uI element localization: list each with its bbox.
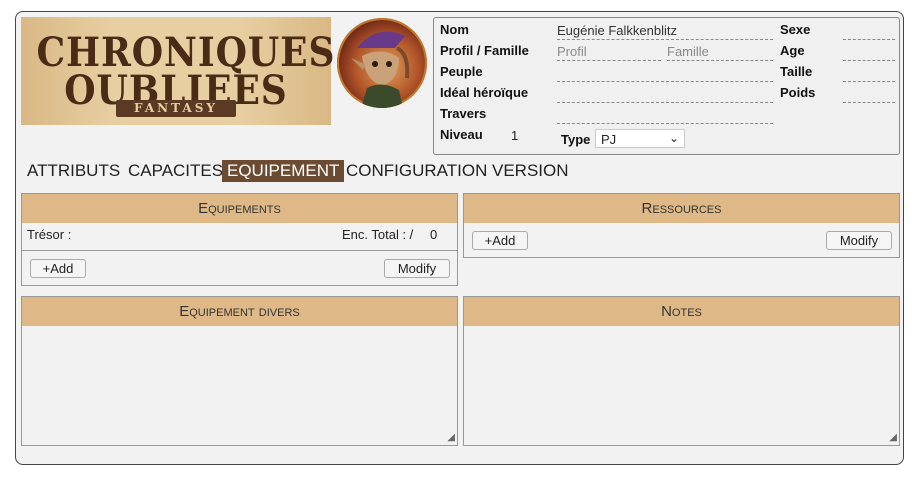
type-label: Type xyxy=(561,132,591,147)
notes-panel: Notes ◢ xyxy=(463,296,900,446)
resize-handle-icon[interactable]: ◢ xyxy=(889,432,897,443)
level-label: Niveau xyxy=(440,127,483,142)
game-logo: CHRONIQUES OUBLIEES FANTASY xyxy=(21,17,334,125)
treasure-label: Trésor : xyxy=(27,227,72,242)
height-field[interactable] xyxy=(843,64,895,82)
add-resource-button[interactable]: +Add xyxy=(472,231,528,250)
weight-label: Poids xyxy=(780,85,816,100)
age-label: Age xyxy=(780,43,805,58)
logo-line-3: FANTASY xyxy=(116,100,236,117)
resize-handle-icon[interactable]: ◢ xyxy=(447,432,455,443)
people-label: Peuple xyxy=(440,64,483,79)
people-field[interactable] xyxy=(557,64,773,82)
chevron-down-icon: ⌄ xyxy=(668,131,679,145)
ressources-header: Ressources xyxy=(464,194,899,223)
tab-capacites[interactable]: CAPACITES xyxy=(128,160,223,182)
sex-label: Sexe xyxy=(780,22,811,37)
equipements-header: Equipements xyxy=(22,194,457,223)
tab-configuration[interactable]: CONFIGURATION xyxy=(346,160,487,182)
profile-family-label: Profil / Famille xyxy=(440,43,529,58)
flaw-label: Travers xyxy=(440,106,487,121)
ideal-label: Idéal héroïque xyxy=(440,85,529,100)
level-value[interactable]: 1 xyxy=(511,128,518,143)
divider xyxy=(22,250,457,251)
notes-textarea[interactable]: ◢ xyxy=(464,326,899,445)
divers-header: Equipement divers xyxy=(22,297,457,326)
sex-field[interactable] xyxy=(843,22,895,40)
ideal-field[interactable] xyxy=(557,85,773,103)
divers-textarea[interactable]: ◢ xyxy=(22,326,457,445)
name-label: Nom xyxy=(440,22,469,37)
divers-panel: Equipement divers ◢ xyxy=(21,296,458,446)
tab-version[interactable]: VERSION xyxy=(492,160,569,182)
modify-equipment-button[interactable]: Modify xyxy=(384,259,450,278)
encumbrance-label: Enc. Total : / xyxy=(342,227,414,242)
equipements-panel: Equipements Trésor : Enc. Total : / 0 +A… xyxy=(21,193,458,286)
flaw-field[interactable] xyxy=(557,106,773,124)
tab-attributs[interactable]: ATTRIBUTS xyxy=(27,160,120,182)
name-field[interactable]: Eugénie Falkkenblitz xyxy=(557,22,773,40)
profile-field[interactable]: Profil xyxy=(557,43,661,61)
encumbrance-value: 0 xyxy=(430,227,438,242)
notes-header: Notes xyxy=(464,297,899,326)
type-select-value: PJ xyxy=(601,132,617,147)
goblin-portrait-icon xyxy=(351,31,410,108)
age-field[interactable] xyxy=(843,43,895,61)
weight-field[interactable] xyxy=(843,85,895,103)
height-label: Taille xyxy=(780,64,813,79)
type-select[interactable]: PJ ⌄ xyxy=(595,129,685,148)
character-avatar[interactable] xyxy=(337,18,427,108)
ressources-panel: Ressources +Add Modify xyxy=(463,193,900,258)
add-equipment-button[interactable]: +Add xyxy=(30,259,86,278)
tab-equipement[interactable]: EQUIPEMENT xyxy=(222,160,345,182)
family-field[interactable]: Famille xyxy=(667,43,773,61)
modify-resource-button[interactable]: Modify xyxy=(826,231,892,250)
